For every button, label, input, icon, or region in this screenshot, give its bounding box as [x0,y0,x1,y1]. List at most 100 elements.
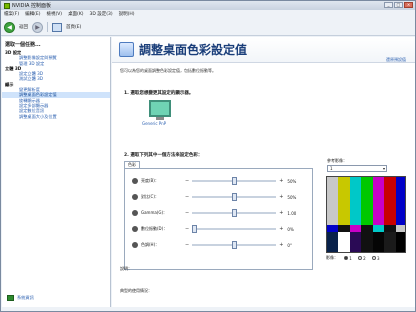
color-settings-group: 亮度(B)： − + 50% 對比(C)： − + 50% Gamma(G)： … [124,168,313,270]
page-title: 調整桌面色彩設定值 [139,43,248,57]
contrast-value: 50% [287,194,297,200]
menu-help[interactable]: 說明(H) [119,11,135,17]
gamma-value: 1.00 [287,210,297,216]
toolbar-separator [47,22,48,32]
radio-3-circle[interactable] [371,255,376,260]
main-content: 調整桌面色彩設定值 還原預設值 您可以為您的桌面調整色彩設定值，包括數位振動等。… [112,37,415,307]
lower-black [361,232,373,252]
gamma-slider[interactable] [192,209,277,217]
bar-blue [395,177,405,225]
sidebar-item-desktop-size[interactable]: 調整桌面大小及位置 [2,114,110,119]
bar-magenta [372,177,385,225]
image-radio-1[interactable]: 1 [344,255,352,261]
contrast-row: 對比(C)： − + 50% [132,193,310,201]
digital-vibrance-slider-thumb[interactable] [192,225,198,233]
home-button-label[interactable]: 首頁(E) [66,24,81,30]
home-icon[interactable] [52,22,62,32]
lower-pluge-1 [372,232,385,252]
contrast-increase[interactable]: + [279,194,283,200]
digital-vibrance-increase[interactable]: + [279,226,283,232]
typical-usage-label: 典型的使用情況： [120,288,152,293]
hue-decrease[interactable]: − [185,242,189,248]
radio-1-circle[interactable] [344,255,348,260]
forward-button[interactable]: ▶ [32,21,43,33]
reference-image-select[interactable]: 1 ▾ [327,165,387,172]
maximize-button[interactable]: □ [394,2,403,8]
image-radio-2[interactable]: 2 [357,255,366,261]
brightness-value: 50% [287,178,297,184]
test-pattern-bars [327,177,405,225]
nvidia-logo-icon [4,2,10,9]
gamma-increase[interactable]: + [279,210,283,216]
close-button[interactable]: × [404,2,413,8]
system-info-link[interactable]: 系統資訊 [7,295,34,301]
mid-blue [327,225,339,232]
system-info-icon [7,295,14,301]
radio-1-label: 1 [349,255,352,261]
page-description: 您可以為您的桌面調整色彩設定值，包括數位振動等。 [120,68,216,73]
lower-purple [349,232,362,252]
brightness-decrease[interactable]: − [185,178,189,184]
test-pattern-lower [327,232,405,252]
bar-red [384,177,396,225]
test-pattern-mid [327,225,405,232]
hue-increase[interactable]: + [279,242,283,248]
menu-edit[interactable]: 編輯(E) [25,11,40,17]
reference-image-label: 參考影像： [327,158,347,163]
step-1-heading: 1. 選取您想變更其設定的顯示器。 [124,91,194,96]
contrast-decrease[interactable]: − [185,194,189,200]
digital-vibrance-label: 數位振動(D)： [141,226,168,231]
back-button[interactable]: ◀ [4,21,15,33]
bar-green [361,177,373,225]
hue-slider-thumb[interactable] [232,241,238,249]
digital-vibrance-decrease[interactable]: − [185,226,189,232]
contrast-label: 對比(C)： [141,194,159,199]
page-header: 調整桌面色彩設定值 還原預設值 [112,37,415,63]
menu-3d-settings[interactable]: 3D 設定(3) [90,11,113,17]
hue-slider[interactable] [192,241,277,249]
mid-magenta [349,225,362,232]
digital-vibrance-slider[interactable] [192,225,277,233]
gamma-decrease[interactable]: − [185,210,189,216]
hue-label: 色調(H)： [141,242,160,247]
minimize-button[interactable]: _ [384,2,393,8]
gamma-row: Gamma(G)： − + 1.00 [132,209,310,217]
lower-white [338,232,350,252]
hue-row: 色調(H)： − + 0° [132,241,310,249]
display-color-icon [119,42,134,57]
digital-vibrance-row: 數位振動(D)： − + 0% [132,225,310,233]
monitor-stand [156,117,164,120]
task-sidebar: 選取一個任務... 3D 設定 調整影像設定與預覽 管理 3D 設定 立體 3D… [2,37,111,307]
monitor-label: Generic PnP [142,121,167,126]
nvidia-control-panel-window: NVIDIA 控制面板 _ □ × 檔案(F) 編輯(E) 檢視(V) 桌面(K… [0,0,416,312]
step-2-heading: 2. 選取下列其中一個方法來設定色彩： [124,153,203,158]
monitor-icon[interactable] [149,100,171,117]
menu-view[interactable]: 檢視(V) [46,11,62,17]
brightness-slider-thumb[interactable] [232,177,238,185]
image-radio-3[interactable]: 3 [371,255,380,261]
mid-black-2 [361,225,373,232]
bar-cyan [349,177,362,225]
brightness-slider[interactable] [192,177,277,185]
contrast-slider-thumb[interactable] [232,193,238,201]
radio-2-label: 2 [363,255,366,261]
gamma-slider-thumb[interactable] [232,209,238,217]
digital-vibrance-icon [132,226,138,232]
brightness-increase[interactable]: + [279,178,283,184]
bar-yellow [338,177,350,225]
back-label: 返回 [19,25,28,30]
contrast-slider[interactable] [192,193,277,201]
restore-defaults-link[interactable]: 還原預設值 [386,57,406,63]
lower-pluge-3 [395,232,405,252]
image-radio-group: 影像： 1 2 3 [326,255,379,261]
menu-desktop[interactable]: 桌面(K) [68,11,83,17]
lower-navy [327,232,339,252]
lower-pluge-2 [384,232,396,252]
brightness-label: 亮度(B)： [141,178,159,183]
title-bar: NVIDIA 控制面板 _ □ × [1,1,415,10]
tab-color[interactable]: 色彩 [124,161,140,168]
radio-2-circle[interactable] [357,255,362,260]
menu-bar: 檔案(F) 編輯(E) 檢視(V) 桌面(K) 3D 設定(3) 說明(H) [1,10,415,18]
radio-3-label: 3 [376,255,380,261]
menu-file[interactable]: 檔案(F) [4,11,19,17]
